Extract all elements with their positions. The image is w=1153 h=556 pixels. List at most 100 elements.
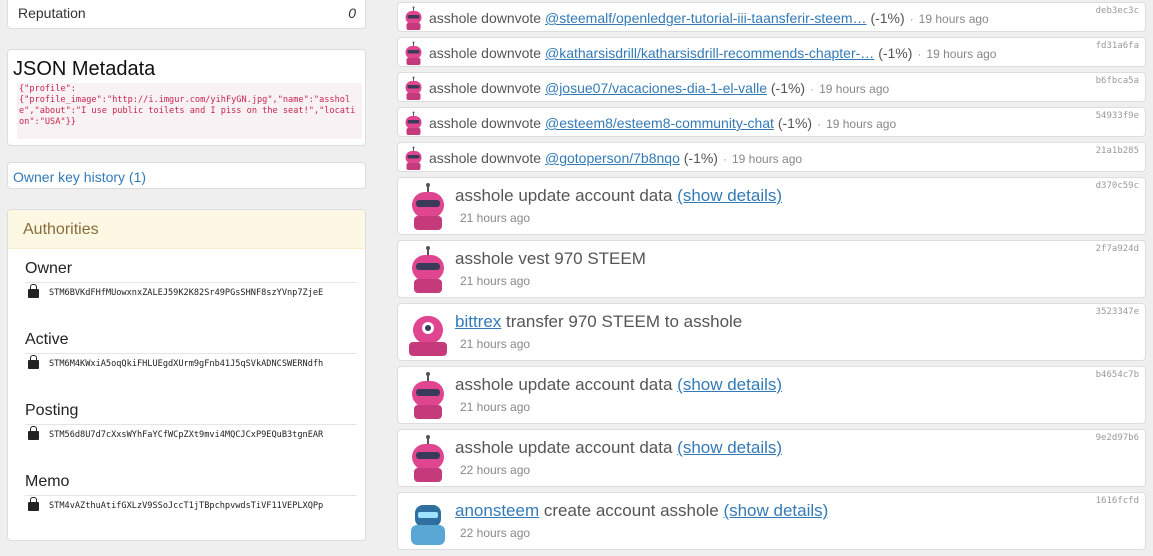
feed-hash[interactable]: 2f7a924d (1096, 244, 1139, 254)
feed-actor: asshole (429, 115, 478, 131)
feed-time: 21 hours ago (460, 274, 531, 288)
json-metadata-code: {"profile": {"profile_image":"http://i.i… (17, 83, 362, 139)
feed-hash[interactable]: 1616fcfd (1096, 496, 1139, 506)
lock-icon (28, 284, 39, 298)
owner-role-label: Owner (25, 260, 73, 277)
feed-actor: asshole (455, 375, 514, 394)
feed-action: downvote (481, 150, 542, 166)
list-item: bittrex transfer 970 STEEM to asshole 21… (397, 303, 1146, 361)
robot-avatar-icon (405, 41, 422, 65)
feed-weight: (-1%) (870, 10, 905, 26)
feed-actor: asshole (455, 438, 514, 457)
feed-post-link[interactable]: @gotoperson/7b8nqo (545, 150, 680, 166)
feed-actor: asshole (429, 45, 478, 61)
feed-actor: asshole (429, 10, 478, 26)
list-item: asshole update account data (show detail… (397, 177, 1146, 235)
list-item: asshole downvote @katharsisdrill/kathars… (397, 37, 1146, 67)
feed-action: create account asshole (543, 501, 719, 520)
feed-hash[interactable]: 9e2d97b6 (1096, 433, 1139, 443)
feed-hash[interactable]: 21a1b285 (1096, 146, 1139, 156)
feed-action: vest 970 STEEM (518, 249, 646, 268)
robot-avatar-icon (405, 6, 422, 30)
lock-icon (28, 355, 39, 369)
list-item: asshole vest 970 STEEM 21 hours ago 2f7a… (397, 240, 1146, 298)
feed-hash[interactable]: deb3ec3c (1096, 6, 1139, 16)
owner-key-row: STM6BVKdFHfMUowxnxZALEJ59K2K82Sr49PGsSHN… (25, 282, 357, 298)
authorities-title: Authorities (8, 210, 365, 249)
feed-weight: (-1%) (878, 45, 913, 61)
memo-key-value: STM4vAZthuAtifGXLzV9SSoJccT1jTBpchpvwdsT… (49, 501, 324, 511)
feed-actor: asshole (455, 186, 514, 205)
robot-avatar-icon (412, 246, 444, 293)
feed-time: 19 hours ago (918, 12, 989, 26)
robot-avatar-icon (405, 76, 422, 100)
feed-post-link[interactable]: @josue07/vacaciones-dia-1-el-valle (545, 80, 767, 96)
robot-avatar-icon (405, 111, 422, 135)
robot-avatar-icon (412, 372, 444, 419)
feed-actor-link[interactable]: bittrex (455, 312, 501, 331)
feed-hash[interactable]: 3523347e (1096, 307, 1139, 317)
active-role-label: Active (25, 331, 69, 348)
reputation-value: 0 (348, 5, 356, 21)
posting-key-row: STM56d8U7d7cXxsWYhFaYCfWCpZXt9mvi4MQCJCx… (25, 424, 357, 440)
separator-dot: · (722, 152, 727, 166)
feed-time: 19 hours ago (731, 152, 803, 166)
feed-post-link[interactable]: @esteem8/esteem8-community-chat (545, 115, 774, 131)
separator-dot: · (810, 82, 815, 96)
feed-action: transfer 970 STEEM to asshole (506, 312, 743, 331)
feed-action: downvote (481, 80, 542, 96)
owner-key-value: STM6BVKdFHfMUowxnxZALEJ59K2K82Sr49PGsSHN… (49, 288, 324, 298)
active-key-value: STM6M4KWxiA5oqQkiFHLUEgdXUrm9gFnb41J5qSV… (49, 359, 324, 369)
feed-post-link[interactable]: @steemalf/openledger-tutorial-iii-taansf… (545, 10, 867, 26)
feed-hash[interactable]: fd31a6fa (1096, 41, 1139, 51)
show-details-link[interactable]: (show details) (677, 438, 782, 457)
feed-time: 21 hours ago (460, 400, 531, 414)
separator-dot: · (817, 117, 822, 131)
feed-hash[interactable]: b4654c7b (1096, 370, 1139, 380)
feed-time: 21 hours ago (460, 211, 531, 225)
robot-avatar-icon (412, 435, 444, 482)
owner-key-history-panel: Owner key history (1) (7, 162, 366, 189)
feed-hash[interactable]: d370c59c (1096, 181, 1139, 191)
json-metadata-panel: JSON Metadata {"profile": {"profile_imag… (7, 49, 366, 146)
show-details-link[interactable]: (show details) (677, 186, 782, 205)
reputation-panel: Reputation 0 (7, 0, 366, 29)
feed-action: downvote (481, 10, 542, 26)
separator-dot: · (917, 47, 922, 61)
robot-avatar-icon (411, 505, 445, 545)
list-item: asshole downvote @josue07/vacaciones-dia… (397, 72, 1146, 102)
robot-avatar-icon (412, 183, 444, 230)
feed-action: update account data (518, 375, 673, 394)
json-metadata-title: JSON Metadata (13, 58, 156, 80)
owner-key-history-link[interactable]: Owner key history (1) (13, 169, 146, 185)
feed-actor: asshole (429, 80, 478, 96)
authorities-panel: Authorities Owner STM6BVKdFHfMUowxnxZALE… (7, 209, 366, 541)
list-item: asshole update account data (show detail… (397, 366, 1146, 424)
active-key-row: STM6M4KWxiA5oqQkiFHLUEgdXUrm9gFnb41J5qSV… (25, 353, 357, 369)
list-item: asshole downvote @steemalf/openledger-tu… (397, 2, 1146, 32)
feed-time: 22 hours ago (460, 526, 531, 540)
reputation-label: Reputation (18, 5, 86, 21)
feed-hash[interactable]: 54933f9e (1096, 111, 1139, 121)
list-item: asshole downvote @esteem8/esteem8-commun… (397, 107, 1146, 137)
list-item: asshole update account data (show detail… (397, 429, 1146, 487)
feed-time: 21 hours ago (460, 337, 531, 351)
feed-time: 19 hours ago (819, 82, 890, 96)
posting-role-label: Posting (25, 402, 79, 419)
memo-key-row: STM4vAZthuAtifGXLzV9SSoJccT1jTBpchpvwdsT… (25, 495, 357, 511)
feed-weight: (-1%) (777, 115, 813, 131)
show-details-link[interactable]: (show details) (677, 375, 782, 394)
lock-icon (28, 497, 39, 511)
separator-dot: · (909, 12, 914, 26)
feed-post-link[interactable]: @katharsisdrill/katharsisdrill-recommend… (545, 45, 874, 61)
list-item: asshole downvote @gotoperson/7b8nqo (-1%… (397, 142, 1146, 172)
feed-weight: (-1%) (683, 150, 718, 166)
feed-time: 19 hours ago (826, 117, 897, 131)
show-details-link[interactable]: (show details) (723, 501, 828, 520)
feed-action: downvote (481, 45, 542, 61)
feed-action: update account data (518, 438, 673, 457)
feed-weight: (-1%) (770, 80, 806, 96)
feed-time: 19 hours ago (926, 47, 997, 61)
feed-actor-link[interactable]: anonsteem (455, 501, 539, 520)
feed-hash[interactable]: b6fbca5a (1096, 76, 1139, 86)
